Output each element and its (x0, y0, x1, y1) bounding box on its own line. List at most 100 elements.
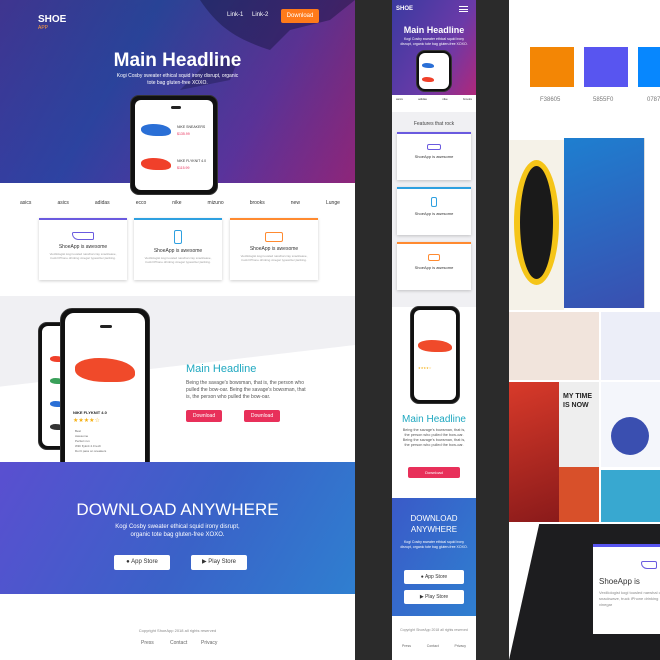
mobile-feature-card: ShoeApp is awesome (397, 187, 471, 235)
color-swatch-blue (638, 47, 660, 87)
play-store-button[interactable]: ▶ Play Store (191, 555, 247, 570)
moodboard-shoe-sole (509, 140, 564, 310)
color-swatch-purple (584, 47, 628, 87)
mobile-feature-card: ShoeApp is awesome (397, 242, 471, 290)
feature-card: ShoeApp is awesome Vexillologist kogi to… (134, 218, 222, 280)
truck-icon (265, 232, 283, 242)
mobile-mockup: SHOE Main Headline Kogi Cosby sweater et… (392, 0, 476, 660)
desktop-mockup: SHOE APP Link-1 Link-2 Download Main Head… (0, 0, 355, 660)
moodboard-logo-tile (644, 138, 660, 308)
download-button-a[interactable]: Download (186, 410, 222, 422)
brand-logo: brooks (249, 200, 265, 206)
mobile-product-phone: ★★★★☆ (410, 306, 460, 404)
brand-logos: asics asics adidas ecco nike mizuno broo… (20, 196, 340, 210)
feature-card: ShoeApp is awesome Vexillologist kogi to… (230, 218, 318, 280)
footer-link-privacy[interactable]: Privacy (455, 644, 466, 648)
footer-link-press[interactable]: Press (402, 644, 411, 648)
nav-link-1[interactable]: Link-1 (227, 12, 243, 18)
hero-headline: Main Headline (113, 50, 242, 71)
brand-logo: nike (442, 97, 448, 101)
moodboard-shoe-photo (601, 470, 660, 522)
rating-stars: ★★★★☆ (418, 366, 432, 370)
card-description: Vexillologist kogi tousled narwhal cray … (144, 256, 212, 264)
phone-item-name: NIKE SNEAKERS (177, 125, 206, 129)
shoe-icon (72, 232, 94, 240)
mobile-footer-links: Press Contact Privacy (402, 644, 466, 648)
shoe-image (422, 77, 434, 82)
app-store-button[interactable]: ● App Store (114, 555, 170, 570)
phone-item-price: $135.99 (177, 132, 190, 136)
moodboard-poster: MY TIME IS NOW (559, 382, 599, 467)
section-text: Being the savage's bowsman, that is, the… (186, 380, 306, 400)
card-description: Vexillologist kogi tousled narwhal cray … (599, 590, 660, 607)
nav-link-2[interactable]: Link-2 (252, 12, 268, 18)
brand-logo: asics (396, 97, 403, 101)
swatch-label: 0787 (647, 97, 660, 103)
copyright: Copyright ShoeApp 2018 all rights reserv… (138, 628, 217, 633)
footer-link-privacy[interactable]: Privacy (201, 640, 217, 646)
brand-logo: mizuno (207, 200, 224, 206)
card-title: ShoeApp is awesome (414, 211, 454, 216)
moodboard-action-photo (559, 467, 599, 522)
mobile-feature-card: ShoeApp is awesome (397, 132, 471, 180)
card-title: ShoeApp is (599, 577, 640, 586)
swatch-label: 5855F0 (593, 97, 614, 103)
mobile-play-store-button[interactable]: ▶ Play Store (404, 590, 464, 604)
mobile-app-store-button[interactable]: ● App Store (404, 570, 464, 584)
truck-icon (428, 254, 440, 261)
card-accent (397, 187, 471, 189)
download-text: Kogi Cosby sweater ethical squid irony d… (115, 524, 240, 538)
card-accent (230, 218, 318, 220)
card-accent (39, 218, 127, 220)
brand-logo: ecco (135, 200, 147, 206)
footer-link-contact[interactable]: Contact (170, 640, 187, 646)
mobile-download-button[interactable]: Download (408, 467, 460, 478)
brand-logo: Lunge (326, 200, 340, 206)
shoe-image-red (141, 158, 171, 170)
mobile-download-headline: DOWNLOAD ANYWHERE (410, 514, 458, 534)
footer-link-contact[interactable]: Contact (427, 644, 439, 648)
phone-item-price: $115.99 (177, 166, 190, 170)
mobile-logo[interactable]: SHOE (396, 6, 413, 12)
logo[interactable]: SHOE APP (38, 14, 66, 31)
download-button[interactable]: Download (281, 9, 319, 23)
feature-card-preview: ShoeApp is Vexillologist kogi tousled na… (593, 544, 660, 634)
card-accent (134, 218, 222, 220)
mobile-brand-logos: asics adidas nike brooks (396, 97, 472, 101)
mobile-headline: Main Headline (403, 25, 465, 35)
nike-logo-icon (171, 106, 181, 109)
download-headline: DOWNLOAD ANYWHERE (76, 500, 279, 519)
style-guide: F38605 5855F0 0787 MY TIME IS NOW ShoeAp… (509, 0, 660, 660)
phone-icon (431, 197, 437, 207)
brand-logo: asics (20, 200, 32, 206)
hero-phone: NIKE SNEAKERS $135.99 NIKE FLYKNIT 4.0 $… (130, 95, 218, 195)
mobile-subtext: Kogi Cosby sweater ethical squid irony d… (400, 37, 468, 46)
shoe-image (422, 63, 434, 68)
card-accent (397, 242, 471, 244)
phone-icon (174, 230, 182, 244)
shoe-image-blue (141, 124, 171, 136)
shoe-icon (427, 144, 441, 150)
menu-icon[interactable] (459, 6, 468, 12)
moodboard-app-icons (601, 382, 660, 467)
shoe-image-hero (75, 358, 135, 382)
brand-logo: brooks (462, 97, 472, 101)
card-title: ShoeApp is awesome (414, 265, 454, 270)
moodboard-athlete-photo (564, 138, 644, 308)
moodboard-soccer-photo (509, 382, 559, 522)
product-feature-list: Best Awesome Perfect run With flyknit 4.… (75, 429, 106, 454)
download-button-b[interactable]: Download (244, 410, 280, 422)
footer (0, 594, 355, 660)
list-item: Don't pass on sneakers (75, 449, 107, 453)
hero-subtext: Kogi Cosby sweater ethical squid irony d… (116, 73, 239, 86)
moodboard-runner-photo (509, 312, 599, 380)
nike-logo-icon (100, 325, 112, 328)
mobile-copyright: Copyright ShoeApp 2018 all rights reserv… (400, 628, 468, 632)
card-description: Vexillologist kogi tousled narwhal cray … (240, 254, 308, 262)
features-title: Features that rock (413, 121, 455, 127)
phone-item-name: NIKE FLYKNIT 4.0 (177, 159, 207, 163)
footer-link-press[interactable]: Press (141, 640, 154, 646)
product-name: NIKE FLYKNIT 4.0 (73, 410, 107, 415)
moodboard-ui-card (601, 312, 660, 380)
section-headline: Main Headline (186, 363, 257, 375)
